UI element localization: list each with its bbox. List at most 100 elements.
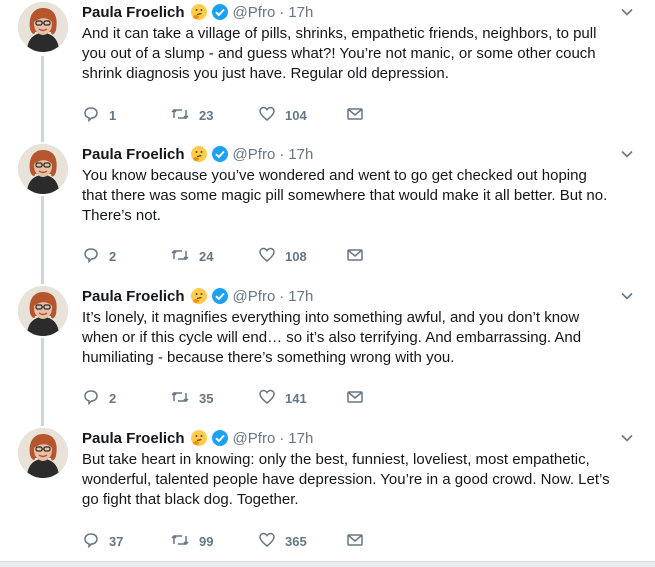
tweet-thread: Paula Froelich @Pfro · 17h And it can ta… [0,0,655,567]
heart-icon [258,531,276,552]
retweet-icon [170,105,190,126]
tweet-actions: 37 99 365 [82,531,376,551]
like-button[interactable]: 108 [258,246,346,267]
avatar[interactable] [18,286,68,336]
reply-button[interactable]: 1 [82,105,170,126]
direct-message-button[interactable] [346,531,376,552]
like-button[interactable]: 365 [258,531,346,552]
verified-badge-icon [211,287,229,305]
tweet-text-line: shrink diagnosis you just have. Regular … [82,65,449,82]
envelope-icon [346,105,364,126]
retweet-button[interactable]: 35 [170,388,258,409]
thinking-face-icon [190,287,208,305]
tweet-actions: 2 24 108 [82,246,376,266]
author-name[interactable]: Paula Froelich [82,146,185,163]
separator: · [279,429,285,447]
reply-icon [82,105,100,126]
tweet-text: But take heart in knowing: only the best… [82,450,637,510]
retweet-count: 99 [199,533,214,549]
heart-icon [258,388,276,409]
tweet-text-line: There’s not. [82,207,161,224]
envelope-icon [346,388,364,409]
author-handle[interactable]: @Pfro [233,4,276,21]
retweet-button[interactable]: 99 [170,531,258,552]
tweet-text-line: humiliating - because there’s something … [82,349,455,366]
tweet-text-line: And it can take a village of pills, shri… [82,25,597,42]
reply-count: 2 [109,390,117,406]
verified-badge-icon [211,429,229,447]
like-count: 108 [285,248,307,264]
author-name[interactable]: Paula Froelich [82,288,185,305]
author-name[interactable]: Paula Froelich [82,4,185,21]
tweet[interactable]: Paula Froelich @Pfro · 17h And it can ta… [0,2,655,130]
tweet-timestamp[interactable]: 17h [288,288,313,305]
thinking-face-icon [190,429,208,447]
chevron-down-icon[interactable] [619,430,635,446]
retweet-count: 35 [199,390,214,406]
tweet-actions: 1 23 104 [82,105,376,125]
tweet[interactable]: Paula Froelich @Pfro · 17h You know beca… [0,144,655,272]
direct-message-button[interactable] [346,246,376,267]
tweet-text-line: go fight that black dog. Together. [82,491,299,508]
author-name[interactable]: Paula Froelich [82,430,185,447]
tweet-actions: 2 35 141 [82,388,376,408]
tweet-text: You know because you’ve wondered and wen… [82,166,637,226]
like-button[interactable]: 104 [258,105,346,126]
tweet-timestamp[interactable]: 17h [288,4,313,21]
retweet-icon [170,246,190,267]
reply-button[interactable]: 2 [82,246,170,267]
avatar[interactable] [18,2,68,52]
heart-icon [258,246,276,267]
chevron-down-icon[interactable] [619,146,635,162]
author-handle[interactable]: @Pfro [233,430,276,447]
reply-button[interactable]: 2 [82,388,170,409]
separator: · [279,287,285,305]
tweet-text-line: But take heart in knowing: only the best… [82,451,590,468]
heart-icon [258,105,276,126]
tweet-header: Paula Froelich @Pfro · 17h [82,428,313,448]
tweet-timestamp[interactable]: 17h [288,430,313,447]
chevron-down-icon[interactable] [619,288,635,304]
tweet[interactable]: Paula Froelich @Pfro · 17h It’s lonely, … [0,286,655,414]
reply-count: 1 [109,107,117,123]
direct-message-button[interactable] [346,388,376,409]
retweet-count: 24 [199,248,214,264]
tweet-text-line: wonderful, talented people have depressi… [82,471,610,488]
retweet-count: 23 [199,107,214,123]
like-count: 365 [285,533,307,549]
tweet-text-line: that there was some magic pill somewhere… [82,187,608,204]
verified-badge-icon [211,145,229,163]
reply-icon [82,388,100,409]
tweet-text: And it can take a village of pills, shri… [82,24,637,84]
thinking-face-icon [190,145,208,163]
tweet-text: It’s lonely, it magnifies everything int… [82,308,637,368]
author-handle[interactable]: @Pfro [233,288,276,305]
tweet-header: Paula Froelich @Pfro · 17h [82,2,313,22]
tweet-text-line: when or if this cycle will end… so it’s … [82,329,582,346]
direct-message-button[interactable] [346,105,376,126]
like-count: 104 [285,107,307,123]
retweet-button[interactable]: 24 [170,246,258,267]
tweet-timestamp[interactable]: 17h [288,146,313,163]
tweet[interactable]: Paula Froelich @Pfro · 17h But take hear… [0,428,655,556]
timeline-divider [0,561,655,567]
like-count: 141 [285,390,307,406]
like-button[interactable]: 141 [258,388,346,409]
retweet-button[interactable]: 23 [170,105,258,126]
retweet-icon [170,531,190,552]
verified-badge-icon [211,3,229,21]
tweet-header: Paula Froelich @Pfro · 17h [82,286,313,306]
reply-count: 37 [109,533,124,549]
author-handle[interactable]: @Pfro [233,146,276,163]
separator: · [279,145,285,163]
avatar[interactable] [18,428,68,478]
reply-icon [82,531,100,552]
chevron-down-icon[interactable] [619,4,635,20]
reply-icon [82,246,100,267]
reply-button[interactable]: 37 [82,531,170,552]
avatar[interactable] [18,144,68,194]
tweet-text-line: You know because you’ve wondered and wen… [82,167,587,184]
tweet-text-line: you out of a slump - and guess what?! Yo… [82,45,596,62]
thinking-face-icon [190,3,208,21]
envelope-icon [346,531,364,552]
